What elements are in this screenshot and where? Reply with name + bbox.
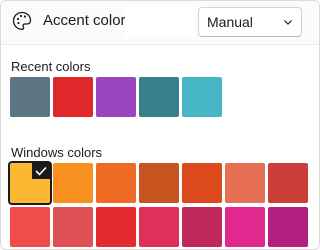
windows-color-swatch[interactable] [139,207,179,247]
recent-color-swatch[interactable] [139,77,179,117]
windows-color-swatch[interactable] [8,161,52,205]
accent-mode-dropdown[interactable]: Manual [198,7,302,37]
windows-color-swatch[interactable] [268,207,308,247]
accent-color-panel: Accent color Manual Recent colors Window… [0,0,320,250]
chevron-down-icon [284,20,292,25]
accent-color-preview [125,7,195,37]
windows-color-swatch[interactable] [139,163,179,203]
windows-color-swatch[interactable] [182,163,222,203]
windows-color-swatch[interactable] [53,207,93,247]
palette-icon [12,11,32,30]
windows-color-swatch[interactable] [10,207,50,247]
recent-color-swatch[interactable] [53,77,93,117]
windows-color-swatch[interactable] [225,163,265,203]
recent-color-swatch[interactable] [182,77,222,117]
windows-color-swatch[interactable] [268,163,308,203]
windows-color-swatch[interactable] [225,207,265,247]
windows-color-swatch[interactable] [96,163,136,203]
recent-color-swatch[interactable] [10,77,50,117]
recent-color-swatch[interactable] [96,77,136,117]
accent-color-header: Accent color Manual [1,1,319,45]
windows-color-swatch[interactable] [96,207,136,247]
windows-color-swatch[interactable] [53,163,93,203]
windows-colors-title: Windows colors [11,145,103,160]
windows-color-swatch[interactable] [182,207,222,247]
recent-colors-title: Recent colors [11,59,91,74]
accent-color-label: Accent color [43,12,126,29]
checkmark-icon [32,163,50,179]
dropdown-value: Manual [207,14,253,30]
